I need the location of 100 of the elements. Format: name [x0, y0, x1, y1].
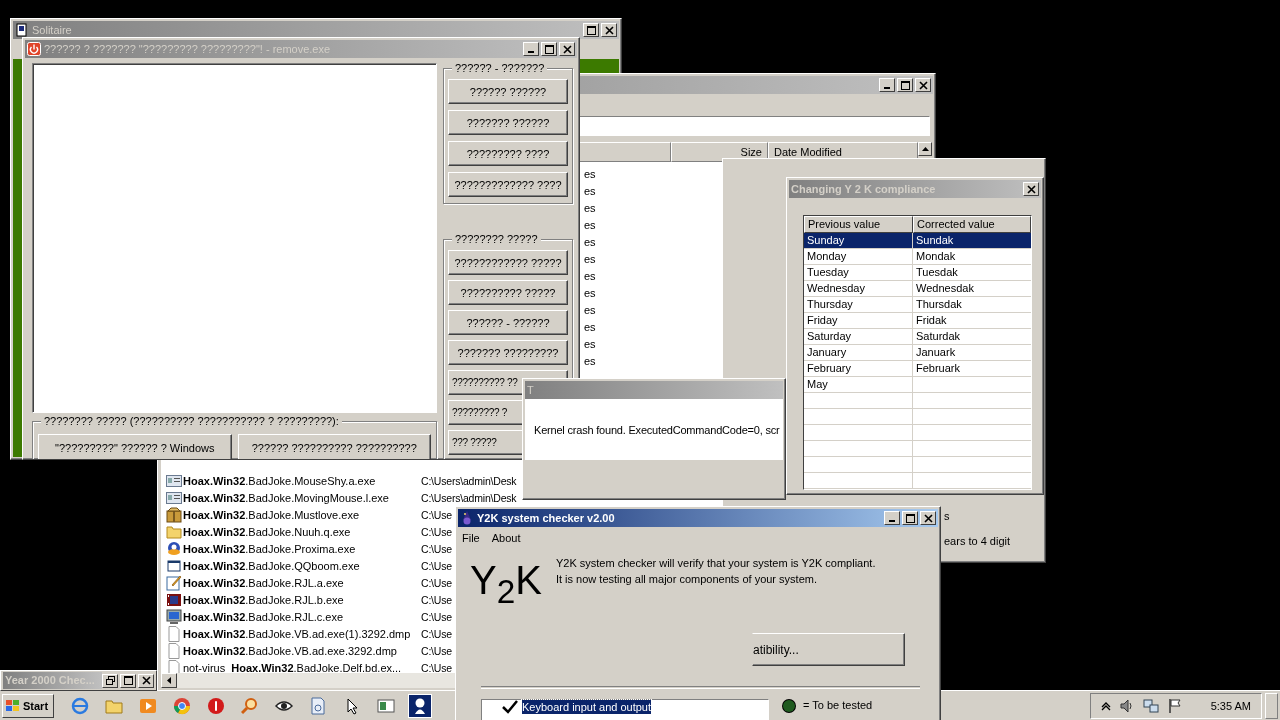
close-button[interactable]: [920, 511, 936, 525]
power-icon: [27, 42, 41, 56]
file-name: Hoax.Win32.BadJoke.VB.ad.exe.3292.dmp: [183, 644, 398, 657]
file-name: Hoax.Win32.BadJoke.RJL.c.exe: [183, 610, 345, 623]
menu-item[interactable]: About: [491, 530, 521, 546]
scroll-left-button[interactable]: [161, 673, 177, 688]
maximize-button[interactable]: [897, 78, 913, 92]
file-name: Hoax.Win32.BadJoke.QQboom.exe: [183, 559, 361, 572]
table-row[interactable]: Monday Mondak: [804, 249, 1031, 265]
action-button[interactable]: ??????? ?????????: [448, 340, 568, 365]
maximize-button[interactable]: [120, 673, 136, 688]
action-button[interactable]: ?????????? ?????: [448, 280, 568, 305]
wizard-icon: [460, 511, 474, 525]
list-text: es: [584, 202, 596, 214]
monitor-icon: [166, 608, 182, 625]
start-button[interactable]: Start: [2, 693, 54, 718]
network-icon[interactable]: [1142, 697, 1159, 714]
table-row[interactable]: Saturday Saturdak: [804, 329, 1031, 345]
action-button[interactable]: ????????????? ????: [448, 172, 568, 197]
file-path: C:\Use: [421, 576, 452, 589]
table-row[interactable]: January Januark: [804, 345, 1031, 361]
column-header[interactable]: Previous value: [804, 216, 913, 233]
cell-text: Wednesdak: [916, 282, 974, 294]
action-button[interactable]: ??????? ??????: [448, 110, 568, 135]
close-button[interactable]: [601, 23, 617, 37]
file-name: Hoax.Win32.BadJoke.MovingMouse.l.exe: [183, 491, 390, 504]
file-path: C:\Use: [421, 593, 452, 606]
table-row[interactable]: Friday Fridak: [804, 313, 1031, 329]
file-name: Hoax.Win32.BadJoke.VB.ad.exe(1).3292.dmp: [183, 627, 412, 640]
speaker-icon[interactable]: [1118, 697, 1135, 714]
window-title: Solitaire: [32, 24, 72, 36]
table-row[interactable]: May: [804, 377, 1031, 393]
minimize-button[interactable]: [884, 511, 900, 525]
minimize-button[interactable]: [879, 78, 895, 92]
minimize-icon: [889, 519, 895, 522]
description-text: Y2K system checker will verify that your system is Y2K compliant.: [555, 556, 876, 571]
cell-text: Sundak: [916, 234, 954, 246]
title-bar[interactable]: Y2K system checker v2.00: [458, 509, 938, 527]
close-icon: [604, 25, 614, 35]
cartoon-icon: [166, 540, 182, 557]
cell-text: Sunday: [807, 234, 845, 246]
list-text: es: [584, 236, 596, 248]
file-name: Hoax.Win32.BadJoke.Nuuh.q.exe: [183, 525, 352, 538]
magnifier-icon: [241, 696, 259, 715]
list-text: es: [584, 219, 596, 231]
close-button[interactable]: [559, 42, 575, 56]
flag-icon[interactable]: [1166, 697, 1183, 714]
file-name: Hoax.Win32.BadJoke.Proxima.exe: [183, 542, 357, 555]
close-button[interactable]: [915, 78, 931, 92]
maximize-button[interactable]: [583, 23, 599, 37]
menu-item[interactable]: File: [462, 530, 480, 546]
table-row[interactable]: Tuesday Tuesdak: [804, 265, 1031, 281]
cell-text: Tuesday: [807, 266, 849, 278]
file-path: C:\Use: [421, 661, 452, 673]
taskbar-button[interactable]: [408, 693, 432, 718]
browser-icon: [173, 696, 191, 715]
action-button[interactable]: ?????? ??????: [448, 79, 568, 104]
table-row[interactable]: Thursday Thursdak: [804, 297, 1031, 313]
table-row[interactable]: Sunday Sundak: [804, 233, 1031, 249]
chevron-up-icon[interactable]: [1100, 700, 1111, 711]
maximize-icon: [905, 513, 915, 523]
show-desktop-button[interactable]: [1265, 692, 1278, 719]
table-row[interactable]: Wednesday Wednesdak: [804, 281, 1031, 297]
close-icon: [562, 44, 572, 54]
document-icon: [166, 625, 182, 642]
cell-text: Saturday: [807, 330, 852, 342]
close-button[interactable]: [1023, 182, 1039, 196]
action-button[interactable]: ????????? ????: [448, 141, 568, 166]
test-item[interactable]: Keyboard input and output: [522, 700, 652, 714]
maximize-button[interactable]: [902, 511, 918, 525]
file-path: C:\Users\admin\Desk: [421, 474, 517, 487]
minimize-icon: [528, 50, 534, 53]
action-button[interactable]: ?????? - ??????: [448, 310, 568, 335]
globe-icon: [71, 696, 89, 715]
action-button[interactable]: ???????????? ?????: [448, 250, 568, 275]
minimize-icon: [884, 86, 890, 89]
cell-text: Mondak: [916, 250, 956, 262]
scroll-up-button[interactable]: [918, 142, 932, 156]
compatibility-button[interactable]: atibility...: [752, 633, 905, 666]
clock-text[interactable]: 5:35 AM: [1210, 699, 1251, 712]
cell-text: February: [807, 362, 852, 374]
maximize-button[interactable]: [541, 42, 557, 56]
minimize-button[interactable]: [523, 42, 539, 56]
window-title: Y2K system checker v2.00: [477, 512, 615, 524]
file-path: C:\Use: [421, 610, 452, 623]
action-button[interactable]: ?????? ?????????? ??????????: [237, 434, 431, 459]
maximize-icon: [900, 80, 910, 90]
checkmark-icon[interactable]: [502, 700, 518, 714]
column-header[interactable]: Corrected value: [913, 216, 1031, 233]
cell-text: Monday: [807, 250, 847, 262]
window-icon: [377, 696, 395, 715]
action-button[interactable]: "?????????" ?????? ? Windows: [38, 434, 232, 459]
restore-button[interactable]: [102, 673, 118, 688]
table-row[interactable]: February Februark: [804, 361, 1031, 377]
file-path: C:\Use: [421, 559, 452, 572]
close-button[interactable]: [138, 673, 154, 688]
file-name: not-virus_Hoax.Win32.BadJoke.Delf.bd.ex...: [183, 661, 403, 673]
close-icon: [1026, 184, 1036, 194]
folder-icon: [166, 523, 182, 540]
legend-text: = To be tested: [803, 699, 873, 712]
